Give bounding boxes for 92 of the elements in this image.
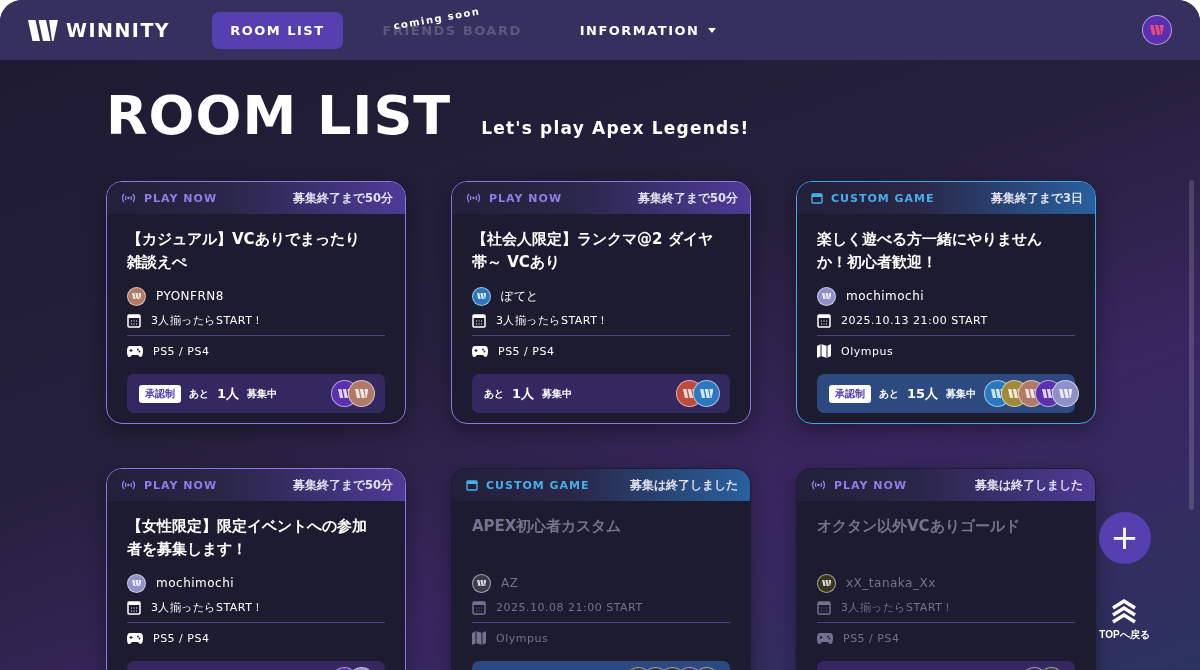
- create-room-button[interactable]: +: [1098, 512, 1151, 564]
- map-name: Olympus: [496, 631, 549, 645]
- room-card[interactable]: CUSTOM GAME 募集終了まで3日 楽しく遊べる方一緒にやりませんか！初心者歓迎！ mochimochi 2025.10.13 21:00 START Olympus 承認制 あと 15人 募集中: [796, 181, 1096, 424]
- start-time: 3人揃ったらSTART！: [151, 312, 264, 328]
- room-title: 【カジュアル】VCありでまったり雑談えぺ: [127, 229, 361, 273]
- remaining-count: 15人: [907, 384, 939, 403]
- room-card[interactable]: PLAY NOW 募集は終了しました オクタン以外VCありゴールド xX_tanaka_Xx 3人揃ったらSTART！ PS5 / PS4: [796, 468, 1096, 670]
- page-subtitle: Let's play Apex Legends!: [481, 118, 750, 138]
- platform-text: PS5 / PS4: [153, 344, 210, 358]
- start-time: 3人揃ったらSTART！: [841, 599, 954, 615]
- room-title: 【女性限定】限定イベントへの参加者を募集します！: [127, 516, 368, 560]
- logo-text: WINNITY: [66, 19, 171, 41]
- room-type-text: CUSTOM GAME: [831, 191, 935, 205]
- host-name: mochimochi: [846, 289, 925, 303]
- logo-mark-icon: [476, 579, 487, 587]
- gamepad-icon: [127, 632, 143, 644]
- map-icon: [817, 344, 831, 358]
- host-name: PYONFRN8: [156, 289, 224, 303]
- calendar-icon: [472, 599, 486, 615]
- logo-mark-icon: [821, 292, 832, 300]
- room-card[interactable]: PLAY NOW 募集終了まで50分 【カジュアル】VCありでまったり雑談えぺ PYONFRN8 3人揃ったらSTART！ PS5 / PS4 承認制 あと 1人 募集中: [106, 181, 406, 424]
- nav-tab[interactable]: ROOM LIST: [212, 11, 343, 49]
- host-name: xX_tanaka_Xx: [846, 576, 936, 590]
- room-title: 【社会人限定】ランクマ@2 ダイヤ帯～ VCあり: [472, 229, 714, 273]
- map-name: Olympus: [841, 344, 894, 358]
- recruiting-text: 募集中: [542, 386, 573, 401]
- calendar-icon: [817, 599, 831, 615]
- start-time: 3人揃ったらSTART！: [496, 312, 609, 328]
- calendar-icon: [811, 192, 823, 204]
- gamepad-icon: [127, 345, 143, 357]
- logo-mark-icon: [354, 388, 369, 399]
- room-title: 楽しく遊べる方一緒にやりませんか！初心者歓迎！: [817, 229, 1043, 273]
- room-type-text: PLAY NOW: [144, 191, 218, 205]
- start-time: 3人揃ったらSTART！: [151, 599, 264, 615]
- approval-tag: 承認制: [139, 384, 181, 403]
- deadline-text: 募集終了まで50分: [293, 190, 393, 206]
- nav-tab[interactable]: INFORMATION: [561, 11, 734, 49]
- approval-tag: 承認制: [829, 384, 871, 403]
- logo-mark-icon: [1150, 25, 1164, 35]
- deadline-text: 募集は終了しました: [975, 477, 1083, 493]
- broadcast-icon: [121, 480, 136, 490]
- room-card[interactable]: CUSTOM GAME 募集は終了しました APEX初心者カスタム AZ 2025.10.08 21:00 START Olympus: [451, 468, 751, 670]
- broadcast-icon: [811, 480, 826, 490]
- calendar-icon: [472, 312, 486, 328]
- logo-mark-icon: [28, 19, 58, 41]
- calendar-icon: [466, 479, 478, 491]
- gamepad-icon: [817, 632, 833, 644]
- platform-text: PS5 / PS4: [153, 631, 210, 645]
- back-to-top-button[interactable]: TOPへ戻る: [1099, 598, 1150, 642]
- logo-mark-icon: [1058, 388, 1073, 399]
- remaining-count: 1人: [512, 384, 535, 403]
- chevrons-up-icon: [1111, 598, 1138, 624]
- room-card[interactable]: PLAY NOW 募集終了まで50分 【社会人限定】ランクマ@2 ダイヤ帯～ VCあり ぽてと 3人揃ったらSTART！ PS5 / PS4 あと 1人 募集中: [451, 181, 751, 424]
- start-time: 2025.10.13 21:00 START: [841, 313, 988, 327]
- room-type-text: PLAY NOW: [834, 478, 908, 492]
- gamepad-icon: [472, 345, 488, 357]
- remaining-count: 1人: [217, 384, 240, 403]
- page-title: ROOM LIST: [106, 84, 452, 147]
- room-type-text: PLAY NOW: [144, 478, 218, 492]
- room-title: オクタン以外VCありゴールド: [817, 516, 1021, 537]
- deadline-text: 募集終了まで50分: [638, 190, 738, 206]
- calendar-icon: [817, 312, 831, 328]
- platform-text: PS5 / PS4: [843, 631, 900, 645]
- platform-text: PS5 / PS4: [498, 344, 555, 358]
- remaining-prefix: あと: [879, 386, 899, 401]
- map-icon: [472, 631, 486, 645]
- logo-mark-icon: [476, 292, 487, 300]
- recruiting-text: 募集中: [247, 386, 278, 401]
- broadcast-icon: [121, 193, 136, 203]
- start-time: 2025.10.08 21:00 START: [496, 600, 643, 614]
- scrollbar[interactable]: [1189, 180, 1194, 510]
- remaining-prefix: あと: [484, 386, 504, 401]
- host-name: AZ: [501, 576, 519, 590]
- room-type-text: CUSTOM GAME: [486, 478, 590, 492]
- deadline-text: 募集は終了しました: [630, 477, 738, 493]
- logo-mark-icon: [131, 579, 142, 587]
- logo-mark-icon: [699, 388, 714, 399]
- logo-mark-icon: [131, 292, 142, 300]
- room-type-text: PLAY NOW: [489, 191, 563, 205]
- room-card[interactable]: PLAY NOW 募集終了まで50分 【女性限定】限定イベントへの参加者を募集します！ mochimochi 3人揃ったらSTART！ PS5 / PS4: [106, 468, 406, 670]
- calendar-icon: [127, 312, 141, 328]
- host-name: ぽてと: [501, 287, 539, 305]
- deadline-text: 募集終了まで3日: [991, 190, 1083, 206]
- recruiting-text: 募集中: [946, 386, 977, 401]
- broadcast-icon: [466, 193, 481, 203]
- user-avatar[interactable]: [1142, 15, 1172, 45]
- remaining-prefix: あと: [189, 386, 209, 401]
- calendar-icon: [127, 599, 141, 615]
- host-name: mochimochi: [156, 576, 235, 590]
- room-title: APEX初心者カスタム: [472, 516, 623, 537]
- logo-mark-icon: [821, 579, 832, 587]
- deadline-text: 募集終了まで50分: [293, 477, 393, 493]
